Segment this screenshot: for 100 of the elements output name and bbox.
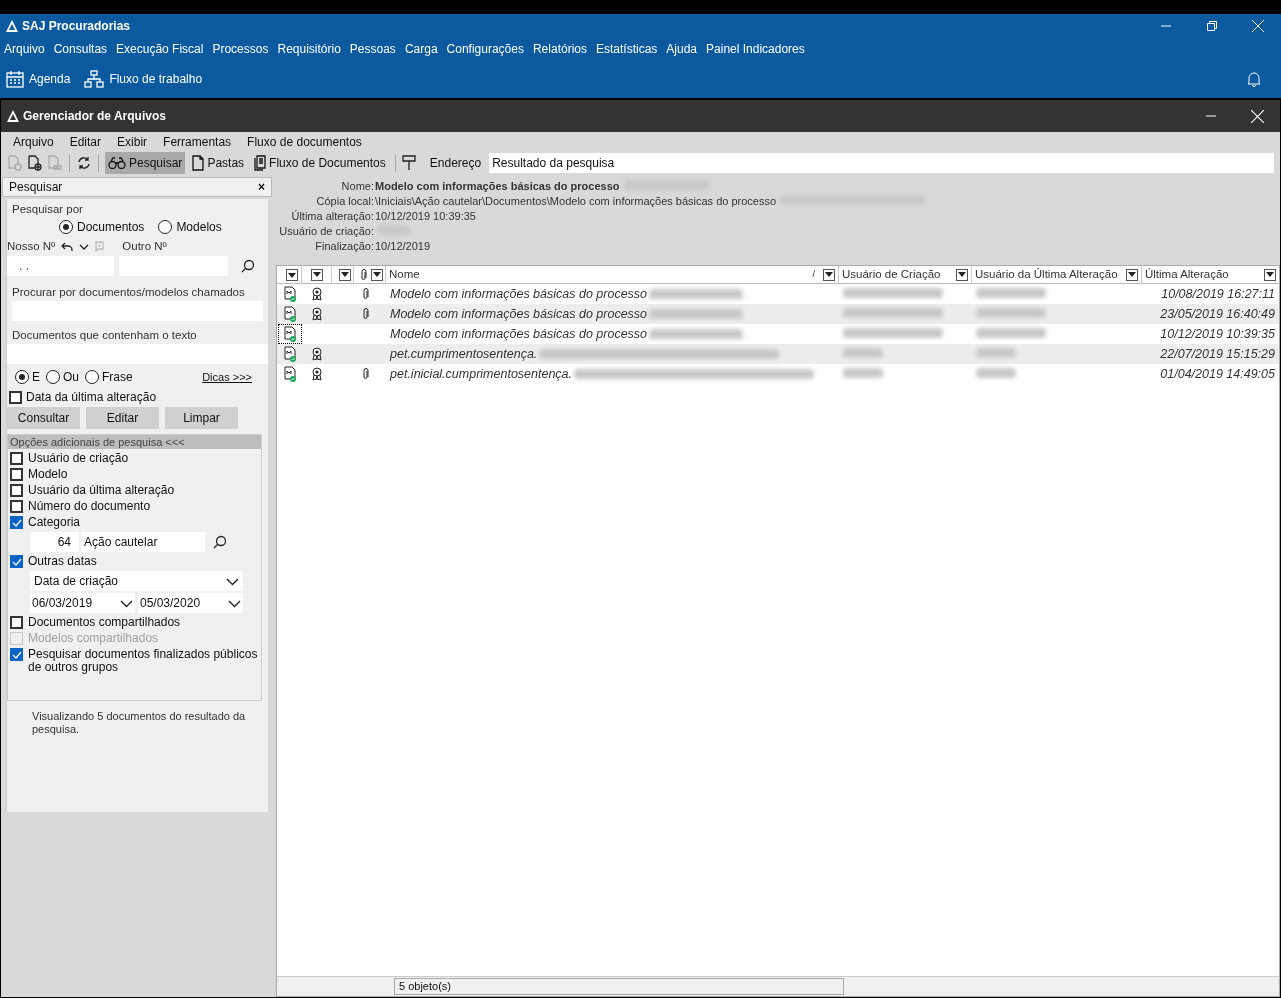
menu-item[interactable]: Processos [212,40,269,58]
dropdown-arrow-icon [313,272,321,277]
table-cell-text: pet.cumprimentosentença. [390,345,538,363]
toolbar-tab[interactable]: Pesquisar [105,152,186,174]
checkbox[interactable] [10,468,23,481]
checkbox-label[interactable]: Usuário de criação [28,452,129,465]
radio-button[interactable] [158,220,173,235]
date-picker[interactable]: 05/03/2020 [138,593,243,613]
dropdown[interactable]: Data de criação [30,571,243,591]
input-field[interactable] [7,344,268,364]
column-header[interactable]: Nome [389,265,420,284]
checkbox-label[interactable]: Usuário da última alteração [28,484,175,497]
tips-link[interactable]: Dicas >>> [202,368,252,386]
table-row[interactable]: Modelo com informações básicas do processo 23/05/2019 16:40:49 [277,304,1279,324]
toolbar-tab[interactable]: Pastas [189,152,248,174]
app-logo-icon [7,110,19,122]
detail-value: 10/12/2019 [375,239,431,255]
redacted-block [976,307,1046,318]
radio-label[interactable]: Documentos [77,218,145,237]
menu-item[interactable]: Pessoas [349,40,396,58]
column-dropdown[interactable] [339,268,351,281]
detail-label: Usuário de criação: [278,224,374,240]
radio-button[interactable] [59,220,73,235]
table-cell-text: 23/05/2019 16:40:49 [1159,305,1276,323]
menu-item[interactable]: Carga [404,40,438,58]
column-dropdown[interactable] [286,269,298,282]
radio-label[interactable]: E [32,368,40,386]
radio-button[interactable] [15,370,29,384]
menu-item[interactable]: Execução Fiscal [116,40,204,58]
date-picker[interactable]: 06/03/2019 [30,593,135,613]
section-header: Opções adicionais de pesquisa <<< [8,435,261,449]
checkbox[interactable] [10,500,23,513]
info-note-icon [95,241,105,253]
checkbox-label[interactable]: Número do documento [28,500,151,513]
document-stamp-icon [47,155,63,171]
menu-item[interactable]: Configurações [446,40,524,58]
input-field[interactable]: Ação cautelar [81,532,205,552]
checkbox-label[interactable]: Documentos compartilhados [28,616,181,629]
menu-item[interactable]: Painel Indicadores [706,40,805,58]
checkbox-label[interactable]: Data da última alteração [26,388,157,406]
address-label: Endereço [429,155,482,172]
search-icon [213,535,227,549]
column-header[interactable]: Usuário de Criação [842,265,941,284]
checkbox[interactable] [9,390,22,404]
column-header[interactable]: Última Alteração [1145,265,1229,284]
action-button[interactable]: Editar [86,407,159,429]
checkbox[interactable] [10,616,23,629]
column-dropdown[interactable] [1264,268,1276,281]
checkbox-label[interactable]: Categoria [28,516,81,529]
input-field[interactable]: . . [7,255,114,276]
address-field[interactable]: Resultado da pesquisa [489,153,1274,173]
toolbar-button[interactable]: Agenda [6,70,71,88]
redacted-block [843,367,883,378]
action-button[interactable]: Limpar [165,407,238,429]
checkbox[interactable] [10,648,23,661]
menu-item[interactable]: Ajuda [666,40,698,58]
column-dropdown[interactable] [371,268,383,281]
radio-button[interactable] [46,370,60,384]
checkbox-label[interactable]: Outras datas [28,555,97,568]
menu-item[interactable]: Estatísticas [596,40,658,58]
menu-item[interactable]: Arquivo [13,133,54,151]
detail-label: Última alteração: [290,209,374,225]
table-cell-text: Modelo com informações básicas do processo [390,325,648,343]
redacted-block [976,287,1046,298]
table-row[interactable]: pet.cumprimentosentença. 22/07/2019 15:15:29 [277,344,1279,364]
toolbar-tab[interactable]: Fluxo de Documentos [251,152,389,174]
menu-item[interactable]: Consultas [53,40,108,58]
checkbox-label[interactable]: Modelo [28,468,68,481]
menu-item[interactable]: Editar [69,133,102,151]
dropdown-arrow-icon [373,272,381,277]
radio-label[interactable]: Modelos [176,218,222,237]
menu-item[interactable]: Relatórios [532,40,587,58]
menu-item[interactable]: Fluxo de documentos [247,133,362,151]
document-check-icon [283,306,297,322]
action-button[interactable]: Consultar [7,407,80,429]
radio-button[interactable] [85,370,100,384]
checkbox[interactable] [10,516,23,529]
window-title: Gerenciador de Arquivos [23,108,166,125]
column-dropdown[interactable] [1126,268,1138,281]
menu-item[interactable]: Arquivo [4,40,45,58]
add-document-icon [27,155,43,171]
checkbox-label[interactable]: Pesquisar documentos finalizados públicos de outros grupos [28,648,261,674]
input-field[interactable]: 64 [30,532,79,552]
checkbox[interactable] [10,452,23,465]
checkbox[interactable] [10,484,23,497]
close-button[interactable]: × [258,178,265,196]
column-dropdown[interactable] [956,268,968,281]
radio-label[interactable]: Frase [102,368,133,386]
menu-item[interactable]: Requisitório [277,40,341,58]
column-dropdown[interactable] [311,268,323,281]
toolbar-button[interactable]: Fluxo de trabalho [84,70,203,88]
radio-label[interactable]: Ou [63,368,80,386]
menu-item[interactable]: Exibir [117,133,148,151]
column-header[interactable]: Usuário da Última Alteração [975,265,1118,284]
checkbox[interactable] [10,555,23,568]
column-dropdown[interactable] [823,268,835,281]
document-check-icon [283,366,297,382]
menu-item[interactable]: Ferramentas [163,133,232,151]
bell-icon[interactable] [1247,71,1261,87]
calendar-icon [6,70,24,88]
